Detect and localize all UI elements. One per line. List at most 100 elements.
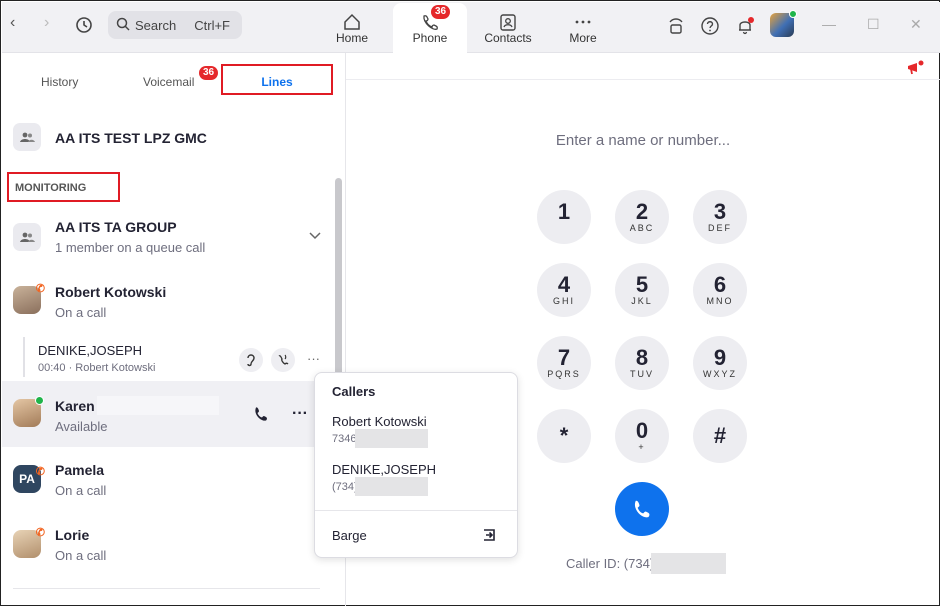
tab-lines[interactable]: Lines bbox=[221, 64, 333, 95]
avatar bbox=[13, 396, 44, 427]
on-call-icon: ✆ bbox=[35, 527, 45, 539]
phone-icon bbox=[423, 15, 438, 30]
contact-status: On a call bbox=[55, 483, 107, 498]
key-3[interactable]: 3 DEF bbox=[693, 190, 747, 244]
forward-icon[interactable]: › bbox=[44, 14, 49, 32]
search-shortcut: Ctrl+F bbox=[194, 18, 230, 33]
minimize-icon[interactable]: — bbox=[822, 16, 836, 32]
listen-button[interactable] bbox=[239, 348, 263, 372]
redacted-text bbox=[651, 553, 726, 574]
key-6[interactable]: 6 MNO bbox=[693, 263, 747, 317]
chevron-down-icon[interactable] bbox=[308, 231, 322, 241]
active-call-detail: 00:40 · Robert Kotowski bbox=[38, 362, 156, 374]
tab-voicemail[interactable]: Voicemail bbox=[143, 75, 194, 89]
contact-name[interactable]: Robert Kotowski bbox=[55, 284, 166, 300]
key-2[interactable]: 2 ABC bbox=[615, 190, 669, 244]
caller-id[interactable]: Caller ID: (734) bbox=[566, 556, 654, 571]
contact-status: Available bbox=[55, 419, 108, 434]
monitoring-header: MONITORING bbox=[7, 172, 120, 202]
whisper-button[interactable] bbox=[271, 348, 295, 372]
key-8[interactable]: 8 TUV bbox=[615, 336, 669, 390]
scrollbar[interactable] bbox=[335, 178, 342, 383]
phone-status-icon[interactable] bbox=[666, 16, 686, 36]
notifications-icon[interactable] bbox=[735, 16, 755, 36]
tab-history[interactable]: History bbox=[41, 75, 78, 89]
avatar-initials: PA bbox=[19, 472, 35, 486]
help-icon[interactable] bbox=[700, 16, 720, 36]
barge-icon bbox=[484, 529, 495, 541]
more-options-icon[interactable]: ··· bbox=[307, 351, 320, 366]
key-5[interactable]: 5 JKL bbox=[615, 263, 669, 317]
key-1[interactable]: 1 bbox=[537, 190, 591, 244]
group-name[interactable]: AA ITS TA GROUP bbox=[55, 219, 177, 235]
presence-dot bbox=[35, 396, 44, 405]
home-icon bbox=[344, 13, 360, 30]
search-icon bbox=[116, 17, 130, 31]
history-icon[interactable] bbox=[74, 15, 94, 35]
voicemail-badge: 36 bbox=[199, 66, 219, 80]
tab-more[interactable]: More bbox=[546, 3, 620, 50]
avatar: PA ✆ bbox=[13, 465, 45, 493]
whisper-icon bbox=[278, 354, 289, 365]
tab-contacts[interactable]: Contacts bbox=[471, 3, 545, 50]
caller-item[interactable]: DENIKE,JOSEPH (734) bbox=[315, 457, 517, 501]
avatar: ✆ bbox=[13, 527, 45, 558]
emergency-alert-icon[interactable] bbox=[906, 60, 924, 76]
tab-phone[interactable]: 36 Phone bbox=[393, 3, 467, 54]
phone-subtabs: History Voicemail 36 Lines bbox=[2, 53, 345, 95]
contact-status: On a call bbox=[55, 548, 107, 563]
contact-status: On a call bbox=[55, 305, 107, 320]
ear-icon bbox=[247, 354, 255, 367]
maximize-icon[interactable]: ☐ bbox=[867, 16, 880, 33]
dial-input[interactable]: Enter a name or number... bbox=[346, 132, 940, 149]
tab-lines-label: Lines bbox=[261, 75, 293, 89]
divider bbox=[315, 510, 517, 511]
tab-label: Phone bbox=[412, 31, 448, 45]
callers-popup: Callers Robert Kotowski 7346 DENIKE,JOSE… bbox=[314, 372, 518, 558]
group-icon bbox=[13, 223, 41, 251]
own-line-name[interactable]: AA ITS TEST LPZ GMC bbox=[55, 130, 207, 146]
key-7[interactable]: 7 PQRS bbox=[537, 336, 591, 390]
on-call-icon: ✆ bbox=[35, 283, 45, 295]
group-status: 1 member on a queue call bbox=[55, 240, 206, 255]
key-0[interactable]: 0 + bbox=[615, 409, 669, 463]
key-9[interactable]: 9 WXYZ bbox=[693, 336, 747, 390]
redacted-text bbox=[355, 429, 428, 448]
phone-icon[interactable] bbox=[253, 406, 269, 422]
active-call-name[interactable]: DENIKE,JOSEPH bbox=[38, 343, 142, 358]
barge-label: Barge bbox=[332, 528, 367, 543]
monitoring-label: MONITORING bbox=[15, 182, 87, 194]
search-label: Search bbox=[135, 18, 177, 33]
call-indent-line bbox=[23, 337, 25, 377]
on-call-icon: ✆ bbox=[35, 466, 45, 478]
avatar: ✆ bbox=[13, 283, 45, 314]
close-icon[interactable]: ✕ bbox=[910, 16, 922, 33]
presence-dot bbox=[789, 10, 797, 18]
search-box[interactable]: Search Ctrl+F bbox=[108, 11, 242, 39]
call-button[interactable] bbox=[615, 482, 669, 536]
divider bbox=[346, 79, 940, 80]
key-star[interactable]: * bbox=[537, 409, 591, 463]
divider bbox=[13, 588, 320, 589]
redacted-text bbox=[97, 396, 219, 415]
caller-item[interactable]: Robert Kotowski 7346 bbox=[315, 409, 517, 453]
contact-name[interactable]: Pamela bbox=[55, 462, 104, 478]
more-icon bbox=[575, 20, 591, 24]
redacted-text bbox=[355, 477, 428, 496]
top-bar: ‹ › Search Ctrl+F Home 36 Phone Contacts… bbox=[2, 2, 940, 54]
more-options-icon[interactable]: ··· bbox=[292, 405, 308, 423]
contacts-icon bbox=[500, 14, 516, 31]
contact-name[interactable]: Lorie bbox=[55, 527, 89, 543]
key-hash[interactable]: # bbox=[693, 409, 747, 463]
tab-label: More bbox=[569, 31, 597, 45]
tab-label: Contacts bbox=[484, 31, 532, 45]
phone-icon bbox=[634, 500, 650, 518]
barge-menu-item[interactable]: Barge bbox=[315, 518, 517, 552]
phone-badge: 36 bbox=[431, 5, 451, 19]
avatar[interactable] bbox=[770, 10, 797, 37]
key-4[interactable]: 4 GHI bbox=[537, 263, 591, 317]
group-icon bbox=[13, 123, 41, 151]
tab-home[interactable]: Home bbox=[315, 3, 389, 50]
contact-name[interactable]: Karen bbox=[55, 398, 95, 414]
back-icon[interactable]: ‹ bbox=[10, 14, 15, 32]
